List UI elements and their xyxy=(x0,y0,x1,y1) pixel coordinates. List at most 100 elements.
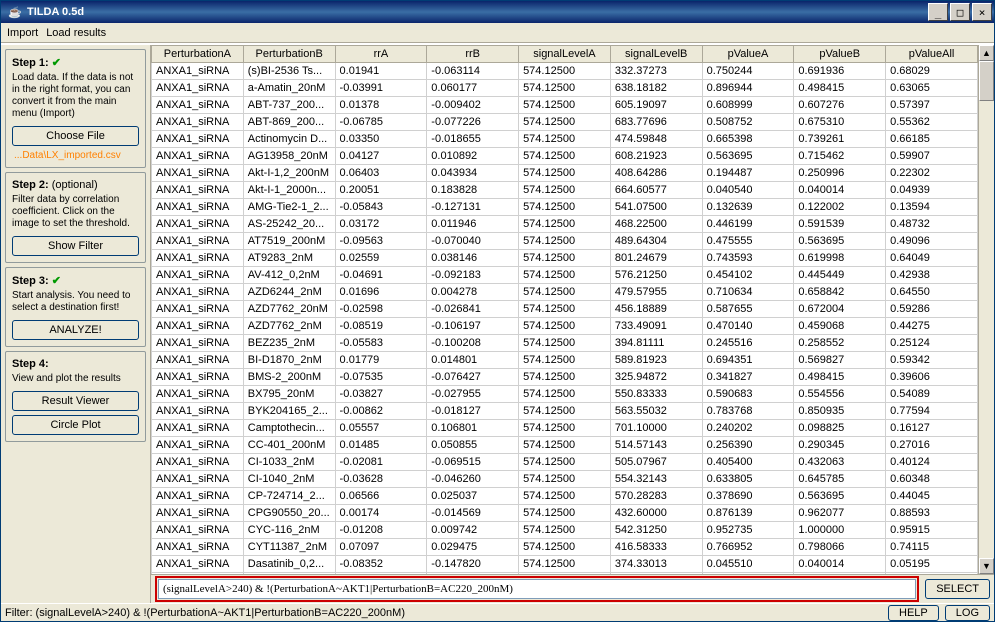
column-header[interactable]: PerturbationB xyxy=(243,46,335,63)
scroll-thumb[interactable] xyxy=(979,61,994,101)
table-row[interactable]: ANXA1_siRNAAkt-I-1,2_200nM0.064030.04393… xyxy=(152,165,978,182)
table-cell: 0.198344 xyxy=(702,573,794,575)
step1-description: Load data. If the data is not in the rig… xyxy=(12,72,139,120)
filter-select-button[interactable]: SELECT xyxy=(925,579,990,599)
circle-plot-button[interactable]: Circle Plot xyxy=(12,415,139,435)
table-cell: 0.03350 xyxy=(335,131,427,148)
column-header[interactable]: rrB xyxy=(427,46,519,63)
table-cell: 0.245516 xyxy=(702,335,794,352)
table-row[interactable]: ANXA1_siRNACP-724714_2...0.065660.025037… xyxy=(152,488,978,505)
table-row[interactable]: ANXA1_siRNAAT9283_2nM0.025590.038146574.… xyxy=(152,250,978,267)
table-row[interactable]: ANXA1_siRNAActinomycin D...0.03350-0.018… xyxy=(152,131,978,148)
table-row[interactable]: ANXA1_siRNABI-D1870_2nM0.017790.01480157… xyxy=(152,352,978,369)
scroll-down-icon[interactable]: ▼ xyxy=(979,558,994,574)
scroll-up-icon[interactable]: ▲ xyxy=(979,45,994,61)
table-row[interactable]: ANXA1_siRNABMS-2_200nM-0.07535-0.0764275… xyxy=(152,369,978,386)
table-row[interactable]: ANXA1_siRNADMSO_0.25%0.029130.032161574.… xyxy=(152,573,978,575)
column-header[interactable]: pValueB xyxy=(794,46,886,63)
table-cell: 0.04127 xyxy=(335,148,427,165)
table-cell: ANXA1_siRNA xyxy=(152,63,244,80)
table-cell: AZD6244_2nM xyxy=(243,284,335,301)
table-cell: 332.37273 xyxy=(610,63,702,80)
menu-import[interactable]: Import xyxy=(7,27,38,39)
choose-file-button[interactable]: Choose File xyxy=(12,126,139,146)
filter-input[interactable] xyxy=(158,579,916,599)
table-cell: 0.132639 xyxy=(702,199,794,216)
table-cell: ABT-737_200... xyxy=(243,97,335,114)
result-viewer-button[interactable]: Result Viewer xyxy=(12,391,139,411)
menu-load-results[interactable]: Load results xyxy=(46,27,106,39)
column-header[interactable]: signalLevelA xyxy=(519,46,611,63)
table-cell: 0.563695 xyxy=(794,233,886,250)
table-cell: -0.00862 xyxy=(335,403,427,420)
table-cell: 574.12500 xyxy=(519,403,611,420)
table-row[interactable]: ANXA1_siRNAAZD7762_20nM-0.02598-0.026841… xyxy=(152,301,978,318)
table-row[interactable]: ANXA1_siRNABYK204165_2...-0.00862-0.0181… xyxy=(152,403,978,420)
table-cell: 0.02559 xyxy=(335,250,427,267)
table-cell: -0.100208 xyxy=(427,335,519,352)
table-row[interactable]: ANXA1_siRNAAkt-I-1_2000n...0.200510.1838… xyxy=(152,182,978,199)
table-row[interactable]: ANXA1_siRNACPG90550_20...0.00174-0.01456… xyxy=(152,505,978,522)
table-row[interactable]: ANXA1_siRNACC-401_200nM0.014850.05085557… xyxy=(152,437,978,454)
table-row[interactable]: ANXA1_siRNACYT11387_2nM0.070970.02947557… xyxy=(152,539,978,556)
table-row[interactable]: ANXA1_siRNABX795_20nM-0.03827-0.02795557… xyxy=(152,386,978,403)
log-button[interactable]: LOG xyxy=(945,605,990,621)
column-header[interactable]: pValueAll xyxy=(886,46,978,63)
maximize-button[interactable]: □ xyxy=(950,3,970,21)
table-row[interactable]: ANXA1_siRNACI-1040_2nM-0.03628-0.0462605… xyxy=(152,471,978,488)
table-row[interactable]: ANXA1_siRNAAT7519_200nM-0.09563-0.070040… xyxy=(152,233,978,250)
table-row[interactable]: ANXA1_siRNAAS-25242_20...0.031720.011946… xyxy=(152,216,978,233)
table-cell: BX795_20nM xyxy=(243,386,335,403)
step2-title: Step 2: xyxy=(12,179,49,191)
table-cell: Akt-I-1_2000n... xyxy=(243,182,335,199)
minimize-button[interactable]: _ xyxy=(928,3,948,21)
table-cell: 664.60577 xyxy=(610,182,702,199)
table-cell: 574.12500 xyxy=(519,471,611,488)
table-cell: -0.018127 xyxy=(427,403,519,420)
table-cell: 0.040540 xyxy=(702,182,794,199)
table-row[interactable]: ANXA1_siRNAAZD7762_2nM-0.08519-0.1061975… xyxy=(152,318,978,335)
table-cell: -0.014569 xyxy=(427,505,519,522)
table-row[interactable]: ANXA1_siRNAABT-737_200...0.01378-0.00940… xyxy=(152,97,978,114)
column-header[interactable]: pValueA xyxy=(702,46,794,63)
step4-description: View and plot the results xyxy=(12,373,139,385)
table-cell: -0.07535 xyxy=(335,369,427,386)
column-header[interactable]: rrA xyxy=(335,46,427,63)
table-cell: 0.060177 xyxy=(427,80,519,97)
show-filter-button[interactable]: Show Filter xyxy=(12,236,139,256)
table-cell: 0.64550 xyxy=(886,284,978,301)
column-header[interactable]: signalLevelB xyxy=(610,46,702,63)
close-button[interactable]: × xyxy=(972,3,992,21)
table-cell: -0.127131 xyxy=(427,199,519,216)
table-row[interactable]: ANXA1_siRNACYC-116_2nM-0.012080.00974257… xyxy=(152,522,978,539)
table-row[interactable]: ANXA1_siRNAa-Amatin_20nM-0.039910.060177… xyxy=(152,80,978,97)
table-cell: -0.09563 xyxy=(335,233,427,250)
analyze-button[interactable]: ANALYZE! xyxy=(12,320,139,340)
main-area: PerturbationAPerturbationBrrArrBsignalLe… xyxy=(151,45,994,603)
table-cell: 0.508752 xyxy=(702,114,794,131)
table-row[interactable]: ANXA1_siRNAAZD6244_2nM0.016960.004278574… xyxy=(152,284,978,301)
table-row[interactable]: ANXA1_siRNABEZ235_2nM-0.05583-0.10020857… xyxy=(152,335,978,352)
data-table[interactable]: PerturbationAPerturbationBrrArrBsignalLe… xyxy=(151,45,978,574)
help-button[interactable]: HELP xyxy=(888,605,939,621)
table-cell: 325.94872 xyxy=(610,369,702,386)
table-cell: -0.04691 xyxy=(335,267,427,284)
table-row[interactable]: ANXA1_siRNAABT-869_200...-0.06785-0.0772… xyxy=(152,114,978,131)
table-cell: 0.64049 xyxy=(886,250,978,267)
table-row[interactable]: ANXA1_siRNAAG13958_20nM0.041270.01089257… xyxy=(152,148,978,165)
table-cell: 574.12500 xyxy=(519,216,611,233)
table-cell: 589.81923 xyxy=(610,352,702,369)
table-cell: -0.070040 xyxy=(427,233,519,250)
column-header[interactable]: PerturbationA xyxy=(152,46,244,63)
table-cell: 0.665398 xyxy=(702,131,794,148)
table-row[interactable]: ANXA1_siRNACI-1033_2nM-0.02081-0.0695155… xyxy=(152,454,978,471)
table-row[interactable]: ANXA1_siRNADasatinib_0,2...-0.08352-0.14… xyxy=(152,556,978,573)
table-cell: 0.783768 xyxy=(702,403,794,420)
table-row[interactable]: ANXA1_siRNACamptothecin...0.055570.10680… xyxy=(152,420,978,437)
table-cell: 0.029475 xyxy=(427,539,519,556)
table-cell: ANXA1_siRNA xyxy=(152,420,244,437)
table-row[interactable]: ANXA1_siRNAAMG-Tie2-1_2...-0.05843-0.127… xyxy=(152,199,978,216)
table-row[interactable]: ANXA1_siRNAAV-412_0,2nM-0.04691-0.092183… xyxy=(152,267,978,284)
table-row[interactable]: ANXA1_siRNA(s)BI-2536 Ts...0.01941-0.063… xyxy=(152,63,978,80)
vertical-scrollbar[interactable]: ▲ ▼ xyxy=(978,45,994,574)
